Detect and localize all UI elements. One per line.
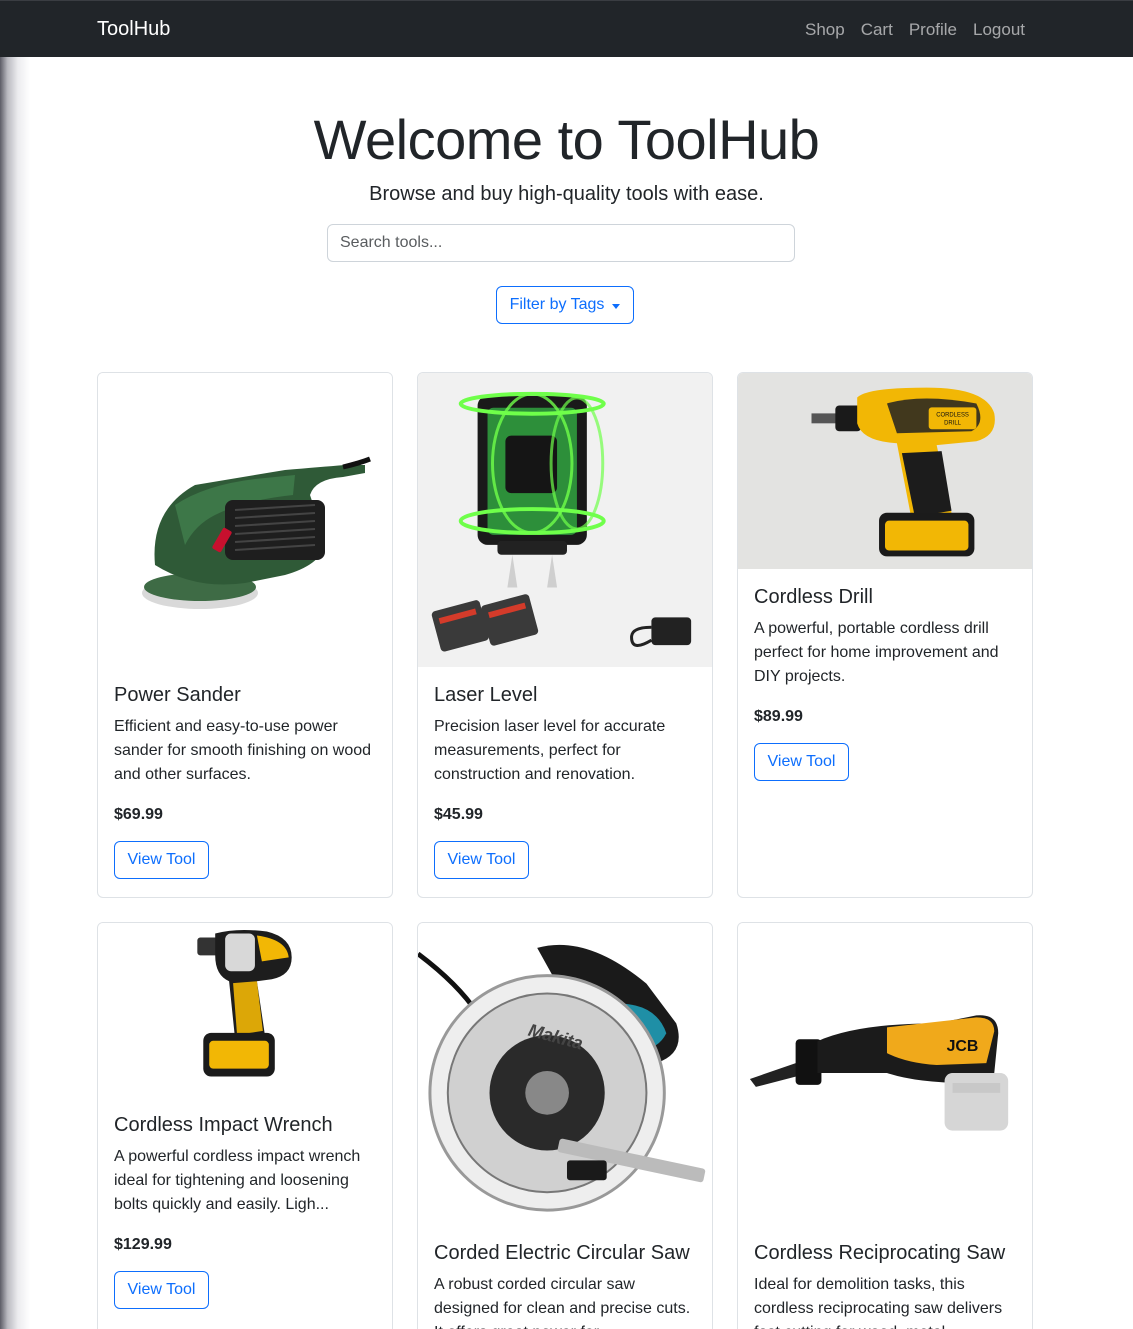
laser-level-icon <box>431 391 692 652</box>
drill-label-text: CORDLESS <box>936 412 969 418</box>
nav-link-cart[interactable]: Cart <box>861 19 893 41</box>
card-body: Cordless Impact Wrench A powerful cordle… <box>98 1097 392 1323</box>
view-tool-button[interactable]: View Tool <box>114 1271 209 1309</box>
tool-card-power-sander: Power Sander Efficient and easy-to-use p… <box>97 372 393 898</box>
card-body: Cordless Reciprocating Saw Ideal for dem… <box>738 1225 1032 1329</box>
card-price: $45.99 <box>434 806 483 823</box>
filter-by-tags-button[interactable]: Filter by Tags <box>496 286 634 324</box>
card-price: $129.99 <box>114 1236 172 1253</box>
reciprocating-saw-image: JCB <box>738 923 1032 1225</box>
impact-wrench-icon <box>197 929 292 1077</box>
view-tool-button[interactable]: View Tool <box>434 841 529 879</box>
card-title: Laser Level <box>434 684 538 706</box>
reciprocating-saw-icon: JCB <box>749 1015 1009 1131</box>
card-body: Laser Level Precision laser level for ac… <box>418 667 712 893</box>
nav-link-logout[interactable]: Logout <box>973 19 1025 41</box>
card-title: Corded Electric Circular Saw <box>434 1242 690 1264</box>
card-title: Power Sander <box>114 684 241 706</box>
tool-card-cordless-drill: CORDLESS DRILL Cordless Drill A powerful… <box>737 372 1033 898</box>
card-body: Power Sander Efficient and easy-to-use p… <box>98 667 392 893</box>
filter-by-tags-label: Filter by Tags <box>509 296 605 313</box>
card-description: A powerful, portable cordless drill perf… <box>754 620 999 685</box>
search-input[interactable] <box>327 224 795 262</box>
view-tool-button[interactable]: View Tool <box>114 841 209 879</box>
nav-link-profile[interactable]: Profile <box>909 19 957 41</box>
card-body: Corded Electric Circular Saw A robust co… <box>418 1225 712 1329</box>
card-price: $69.99 <box>114 806 163 823</box>
caret-down-icon <box>612 303 621 309</box>
navbar: ToolHub Shop Cart Profile Logout <box>0 0 1133 57</box>
drill-label-text: DRILL <box>944 420 962 426</box>
page-title: Welcome to ToolHub <box>313 108 820 171</box>
card-title: Cordless Impact Wrench <box>114 1114 333 1136</box>
cordless-drill-image: CORDLESS DRILL <box>738 373 1032 569</box>
circular-saw-icon: Makita <box>418 944 706 1212</box>
card-description: A robust corded circular saw designed fo… <box>434 1276 691 1329</box>
circular-saw-image: Makita <box>418 923 712 1225</box>
laser-level-image <box>418 373 712 667</box>
power-sander-image <box>98 373 392 667</box>
card-description: Efficient and easy-to-use power sander f… <box>114 718 372 783</box>
tool-card-cordless-impact-wrench: Cordless Impact Wrench A powerful cordle… <box>97 922 393 1329</box>
view-tool-button[interactable]: View Tool <box>754 743 849 781</box>
power-sander-icon <box>142 456 371 609</box>
tool-card-reciprocating-saw: JCB Cordless Reciprocating Saw Ideal for… <box>737 922 1033 1329</box>
card-body: Cordless Drill A powerful, portable cord… <box>738 569 1032 795</box>
card-description: Ideal for demolition tasks, this cordles… <box>754 1276 1003 1329</box>
saw-brand-text: JCB <box>947 1038 979 1055</box>
nav-link-shop[interactable]: Shop <box>805 19 845 41</box>
page-subtitle: Browse and buy high-quality tools with e… <box>369 183 764 205</box>
tool-card-circular-saw: Makita Corded Electric Circular Saw A ro… <box>417 922 713 1329</box>
impact-wrench-image <box>98 923 392 1097</box>
card-description: A powerful cordless impact wrench ideal … <box>114 1148 361 1213</box>
card-price: $89.99 <box>754 708 803 725</box>
nav-links: Shop Cart Profile Logout <box>805 19 1025 41</box>
card-description: Precision laser level for accurate measu… <box>434 718 666 783</box>
card-title: Cordless Reciprocating Saw <box>754 1242 1006 1264</box>
card-title: Cordless Drill <box>754 586 873 608</box>
cordless-drill-icon: CORDLESS DRILL <box>811 387 995 557</box>
brand-logo[interactable]: ToolHub <box>97 17 170 41</box>
tool-card-laser-level: Laser Level Precision laser level for ac… <box>417 372 713 898</box>
